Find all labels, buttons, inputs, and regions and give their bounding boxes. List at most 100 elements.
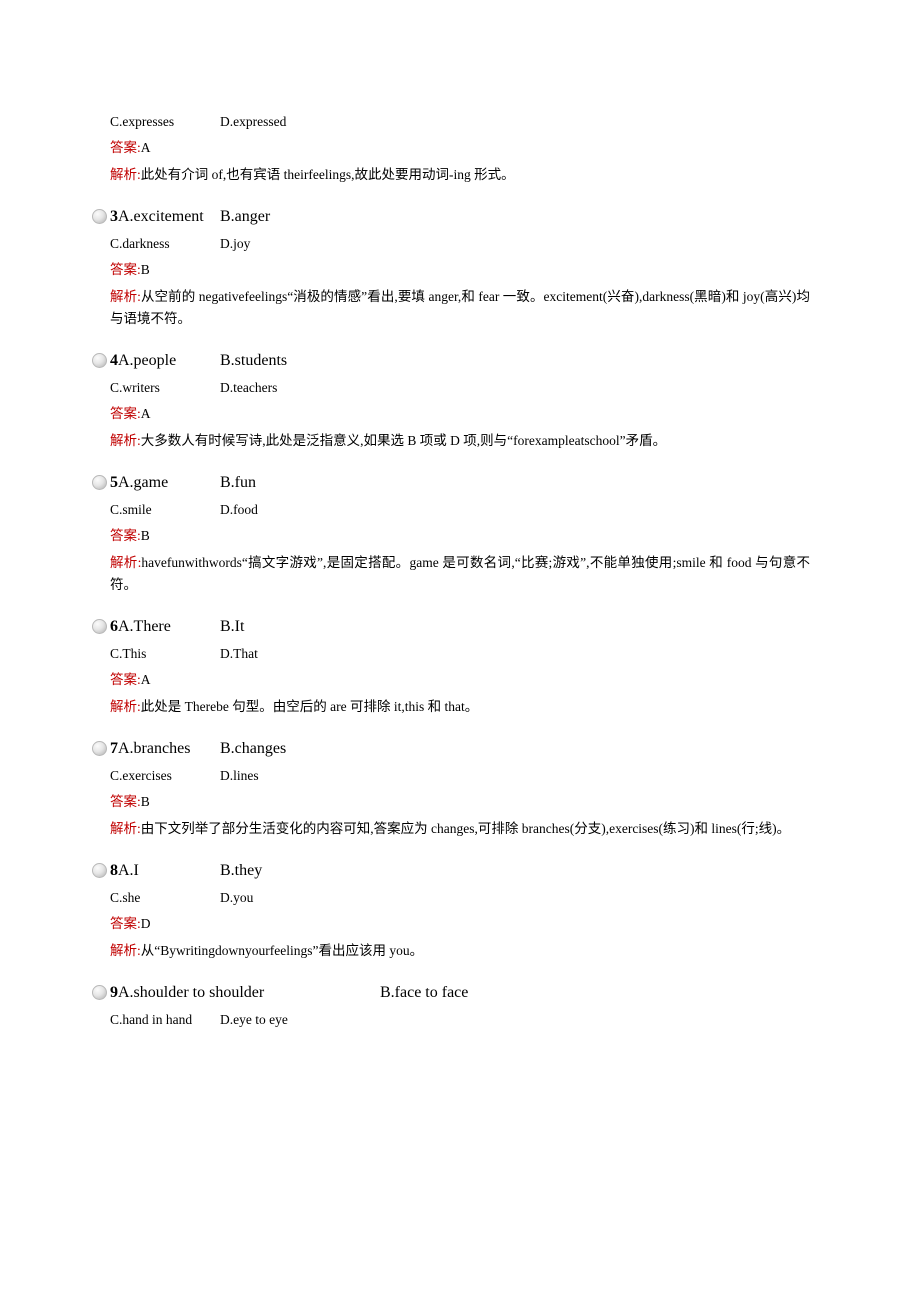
- option-row-cd: C.darkness D.joy: [110, 234, 810, 253]
- explanation-label: 解析:: [110, 289, 141, 304]
- answer-label: 答案:: [110, 916, 141, 931]
- question-number: 6: [110, 618, 118, 635]
- option-d[interactable]: D.lines: [220, 768, 259, 783]
- explanation-label: 解析:: [110, 821, 141, 836]
- option-d[interactable]: D.expressed: [220, 114, 286, 129]
- question-block-7: 7A.branches B.changes C.exercises D.lines …: [92, 740, 810, 840]
- explanation-row: 解析:此处有介词 of,也有宾语 theirfeelings,故此处要用动词-i…: [110, 164, 810, 186]
- question-number: 9: [110, 984, 118, 1001]
- option-d[interactable]: D.eye to eye: [220, 1012, 288, 1027]
- answer-row: 答案:A: [110, 138, 810, 157]
- option-row-cd: C.exercises D.lines: [110, 766, 810, 785]
- answer-value: B: [140, 528, 150, 543]
- option-d[interactable]: D.food: [220, 502, 258, 517]
- question-number-row: 7A.branches B.changes: [92, 740, 810, 759]
- answer-row: 答案:B: [110, 792, 810, 811]
- explanation-text: 大多数人有时候写诗,此处是泛指意义,如果选 B 项或 D 项,则与“forexa…: [140, 433, 667, 448]
- explanation-row: 解析:此处是 Therebe 句型。由空后的 are 可排除 it,this 和…: [110, 696, 810, 718]
- option-a[interactable]: A.branches: [118, 740, 190, 757]
- explanation-text: 此处是 Therebe 句型。由空后的 are 可排除 it,this 和 th…: [140, 699, 479, 714]
- explanation-label: 解析:: [110, 167, 141, 182]
- explanation-label: 解析:: [110, 433, 141, 448]
- option-b[interactable]: B.changes: [220, 740, 286, 757]
- answer-row: 答案:A: [110, 404, 810, 423]
- bullet-circle-icon: [92, 209, 107, 224]
- explanation-text: havefunwithwords“搞文字游戏”,是固定搭配。game 是可数名词…: [110, 555, 810, 592]
- question-number-row: 4A.people B.students: [92, 352, 810, 371]
- option-b[interactable]: B.face to face: [380, 984, 468, 1001]
- question-number-row: 8A.I B.they: [92, 862, 810, 881]
- option-row-cd: C.This D.That: [110, 644, 810, 663]
- option-row-cd: C.expresses D.expressed: [110, 112, 810, 131]
- bullet-circle-icon: [92, 353, 107, 368]
- answer-label: 答案:: [110, 528, 141, 543]
- explanation-text: 此处有介词 of,也有宾语 theirfeelings,故此处要用动词-ing …: [140, 167, 515, 182]
- bullet-circle-icon: [92, 741, 107, 756]
- question-number: 7: [110, 740, 118, 757]
- question-number: 5: [110, 474, 118, 491]
- explanation-label: 解析:: [110, 699, 141, 714]
- option-a[interactable]: A.game: [118, 474, 168, 491]
- option-b[interactable]: B.they: [220, 862, 262, 879]
- option-b[interactable]: B.It: [220, 618, 244, 635]
- answer-label: 答案:: [110, 794, 141, 809]
- answer-value: A: [140, 406, 151, 421]
- explanation-text: 由下文列举了部分生活变化的内容可知,答案应为 changes,可排除 branc…: [140, 821, 791, 836]
- option-c[interactable]: C.smile: [110, 500, 220, 519]
- bullet-circle-icon: [92, 985, 107, 1000]
- option-a[interactable]: A.people: [118, 352, 176, 369]
- option-b[interactable]: B.anger: [220, 208, 270, 225]
- explanation-text: 从“Bywritingdownyourfeelings”看出应该用 you。: [140, 943, 424, 958]
- option-c[interactable]: C.darkness: [110, 234, 220, 253]
- question-number: 8: [110, 862, 118, 879]
- question-number: 3: [110, 208, 118, 225]
- bullet-circle-icon: [92, 619, 107, 634]
- option-a[interactable]: A.shoulder to shoulder: [118, 984, 264, 1001]
- question-number-row: 9A.shoulder to shoulder B.face to face: [92, 984, 810, 1003]
- answer-label: 答案:: [110, 262, 141, 277]
- option-c[interactable]: C.This: [110, 644, 220, 663]
- option-c[interactable]: C.exercises: [110, 766, 220, 785]
- explanation-row: 解析:大多数人有时候写诗,此处是泛指意义,如果选 B 项或 D 项,则与“for…: [110, 430, 810, 452]
- option-c[interactable]: C.hand in hand: [110, 1010, 220, 1029]
- explanation-text: 从空前的 negativefeelings“消极的情感”看出,要填 anger,…: [110, 289, 810, 326]
- question-number-row: 3A.excitement B.anger: [92, 208, 810, 227]
- option-b[interactable]: B.students: [220, 352, 287, 369]
- option-row-cd: C.hand in hand D.eye to eye: [110, 1010, 810, 1029]
- answer-value: D: [140, 916, 151, 931]
- option-a[interactable]: A.excitement: [118, 208, 204, 225]
- question-block-6: 6A.There B.It C.This D.That 答案:A 解析:此处是 Th…: [92, 618, 810, 718]
- option-c[interactable]: C.she: [110, 888, 220, 907]
- answer-label: 答案:: [110, 406, 141, 421]
- answer-row: 答案:B: [110, 526, 810, 545]
- option-row-cd: C.she D.you: [110, 888, 810, 907]
- option-d[interactable]: D.joy: [220, 236, 250, 251]
- option-d[interactable]: D.you: [220, 890, 253, 905]
- explanation-row: 解析:由下文列举了部分生活变化的内容可知,答案应为 changes,可排除 br…: [110, 818, 810, 840]
- option-a[interactable]: A.There: [118, 618, 171, 635]
- option-b[interactable]: B.fun: [220, 474, 256, 491]
- question-block-top: C.expresses D.expressed 答案:A 解析:此处有介词 of,…: [110, 112, 810, 186]
- bullet-circle-icon: [92, 863, 107, 878]
- question-block-5: 5A.game B.fun C.smile D.food 答案:B 解析:havef…: [92, 474, 810, 596]
- answer-label: 答案:: [110, 140, 141, 155]
- explanation-row: 解析:havefunwithwords“搞文字游戏”,是固定搭配。game 是可…: [110, 552, 810, 596]
- option-c[interactable]: C.expresses: [110, 112, 220, 131]
- option-a[interactable]: A.I: [118, 862, 139, 879]
- answer-value: A: [140, 672, 151, 687]
- answer-row: 答案:B: [110, 260, 810, 279]
- question-block-4: 4A.people B.students C.writers D.teachers …: [92, 352, 810, 452]
- answer-value: B: [140, 262, 150, 277]
- answer-value: B: [140, 794, 150, 809]
- explanation-label: 解析:: [110, 555, 142, 570]
- option-c[interactable]: C.writers: [110, 378, 220, 397]
- option-d[interactable]: D.teachers: [220, 380, 277, 395]
- answer-value: A: [140, 140, 151, 155]
- question-number-row: 6A.There B.It: [92, 618, 810, 637]
- question-number-row: 5A.game B.fun: [92, 474, 810, 493]
- question-block-3: 3A.excitement B.anger C.darkness D.joy 答案:…: [92, 208, 810, 330]
- question-block-9: 9A.shoulder to shoulder B.face to face C.…: [92, 984, 810, 1029]
- option-d[interactable]: D.That: [220, 646, 258, 661]
- option-row-cd: C.writers D.teachers: [110, 378, 810, 397]
- answer-row: 答案:D: [110, 914, 810, 933]
